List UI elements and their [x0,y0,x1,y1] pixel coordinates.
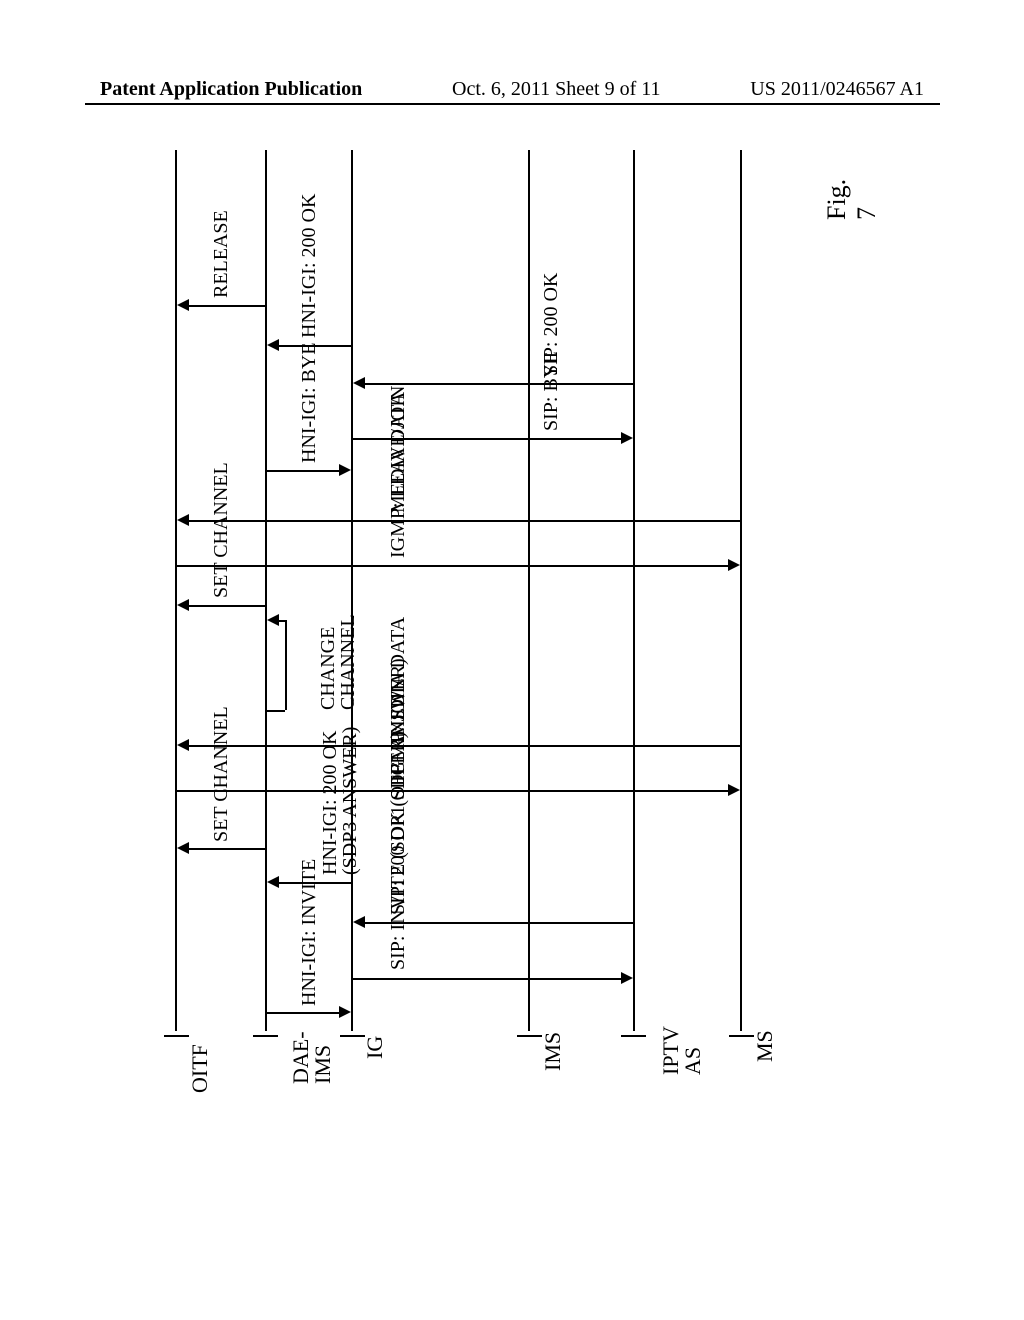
arrow-m4-head [267,876,279,888]
arrow-m9-line [187,605,265,607]
msg-m9: SET CHANNEL [210,462,233,598]
arrow-m1-line [267,1012,341,1014]
arrow-m11-line [187,520,740,522]
arrow-m10-line [177,565,729,567]
arrow-m13-head [621,432,633,444]
arrow-m16-head [177,299,189,311]
arrow-m8-head [267,614,279,626]
msg-m1: HNI-IGI: INVITE [298,859,321,1006]
actor-ig-underline [340,1035,365,1037]
arrow-m15-line [277,345,352,347]
header-center: Oct. 6, 2011 Sheet 9 of 11 [452,78,661,101]
actor-iptv-as-underline [621,1035,646,1037]
actor-ims-underline [517,1035,542,1037]
msg-m5: SET CHANNEL [210,706,233,842]
actor-oitf: OITF [187,1044,213,1093]
arrow-m6-line [177,790,729,792]
arrow-m1-head [339,1006,351,1018]
arrow-m8a [267,710,285,712]
lifeline-ms [740,150,742,1031]
arrow-m11-head [177,514,189,526]
arrow-m14-line [363,383,633,385]
arrow-m7-head [177,739,189,751]
header-divider [85,103,940,105]
actor-ims: IMS [540,1032,566,1071]
arrow-m10-head [728,559,740,571]
arrow-m6-head [728,784,740,796]
actor-dae-ims-underline [253,1035,278,1037]
msg-m15: HNI-IGI: 200 OK [298,194,321,338]
arrow-m8b [285,620,287,710]
arrow-m12-line [267,470,341,472]
actor-dae-ims: DAE- IMS [290,1031,334,1084]
msg-m7: MEDIA DATA [387,617,410,738]
figure-label: Fig. 7 [822,179,882,220]
actor-oitf-underline [164,1035,189,1037]
arrow-m3-line [363,922,633,924]
msg-m14: SIP: 200 OK [540,273,563,376]
header-left: Patent Application Publication [100,78,362,101]
arrow-m13-line [353,438,622,440]
actor-ms-underline [729,1035,754,1037]
sequence-diagram: OITF DAE- IMS IG IMS IPTV AS MS HNI-IGI:… [140,150,860,1110]
arrow-m9-head [177,599,189,611]
lifeline-oitf [175,150,177,1031]
header-right: US 2011/0246567 A1 [750,78,924,101]
actor-ms: MS [752,1030,778,1062]
arrow-m5-head [177,842,189,854]
arrow-m4-line [277,882,352,884]
actor-ig: IG [362,1036,388,1059]
arrow-m14-head [353,377,365,389]
msg-m16: RELEASE [210,210,233,298]
lifeline-iptv-as [633,150,635,1031]
arrow-m5-line [187,848,265,850]
msg-m8: CHANGE CHANNEL [318,614,358,710]
arrow-m15-head [267,339,279,351]
arrow-m2-line [353,978,622,980]
arrow-m3-head [353,916,365,928]
actor-iptv-as: IPTV AS [660,1026,704,1075]
lifeline-ims [528,150,530,1031]
lifeline-dae-ims [265,150,267,1031]
msg-m4: HNI-IGI: 200 OK (SDP3 ANSWER) [320,727,360,875]
msg-m11: MEDIA DATA [387,392,410,513]
msg-m12: HNI-IGI: BYE [298,342,321,463]
arrow-m12-head [339,464,351,476]
lifeline-ig [351,150,353,1031]
arrow-m7-line [187,745,740,747]
arrow-m2-head [621,972,633,984]
arrow-m16-line [187,305,265,307]
